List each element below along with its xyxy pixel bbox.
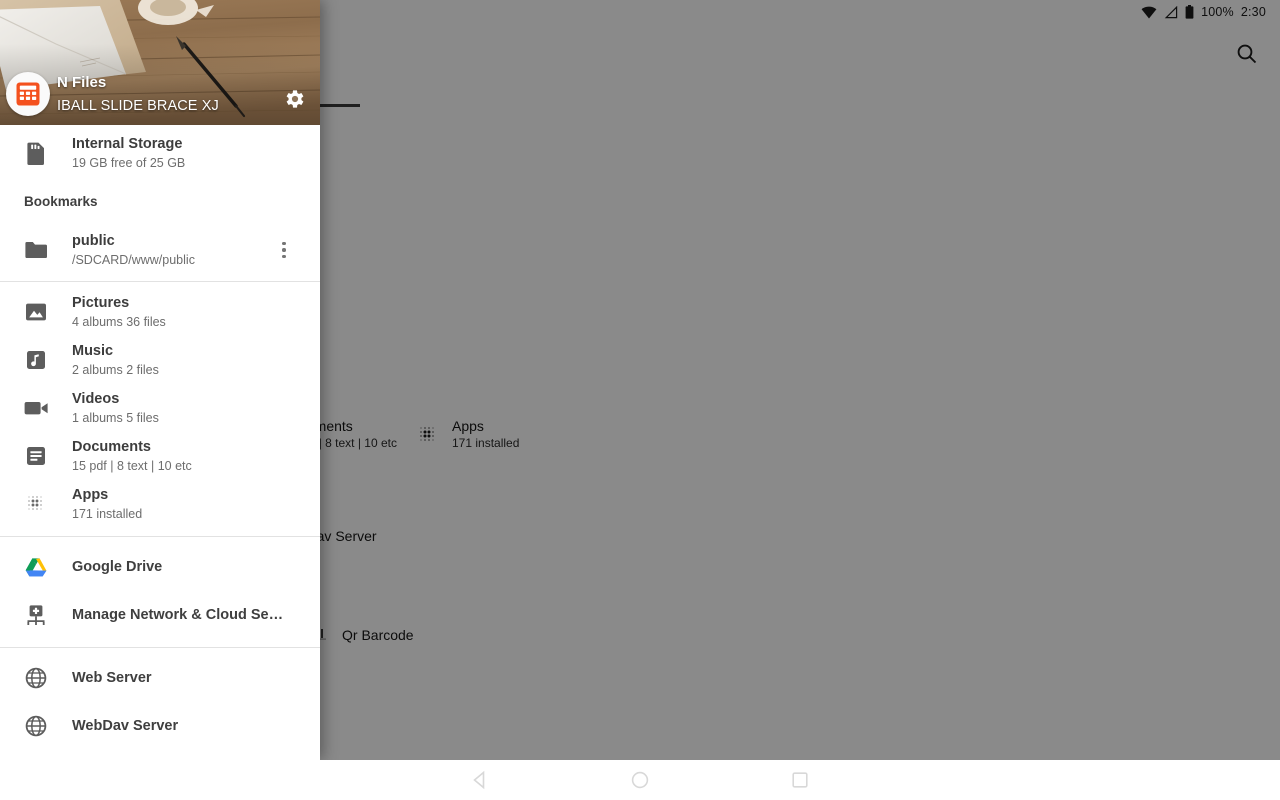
dot — [282, 254, 286, 259]
drawer-body: Internal Storage 19 GB free of 25 GB Boo… — [0, 125, 320, 750]
drawer-item-bookmark-public[interactable]: public /SDCARD/www/public — [0, 221, 320, 279]
drawer-item-web-server[interactable]: Web Server — [0, 654, 320, 702]
drawer-item-videos[interactable]: Videos 1 albums 5 files — [0, 384, 320, 432]
drawer-item-documents[interactable]: Documents 15 pdf | 8 text | 10 etc — [0, 432, 320, 480]
home-icon[interactable] — [560, 760, 720, 800]
image-icon — [0, 300, 72, 324]
drawer-item-subtitle: 4 albums 36 files — [72, 314, 166, 329]
drawer-item-title: Web Server — [72, 669, 152, 686]
video-icon — [0, 398, 72, 418]
bookmarks-section-label: Bookmarks — [24, 193, 98, 209]
drawer-item-title: Google Drive — [72, 558, 163, 575]
drawer-item-subtitle: 15 pdf | 8 text | 10 etc — [72, 458, 192, 473]
back-icon[interactable] — [400, 760, 560, 800]
more-vertical-icon[interactable] — [272, 234, 296, 266]
drawer-item-title: Manage Network & Cloud Se… — [72, 606, 284, 623]
apps-grid-icon — [0, 493, 72, 515]
drawer-item-title: Videos — [72, 390, 120, 407]
drawer-item-apps[interactable]: Apps 171 installed — [0, 480, 320, 528]
drawer-item-subtitle: 1 albums 5 files — [72, 410, 159, 425]
divider — [0, 281, 320, 282]
globe-icon — [0, 714, 72, 738]
system-navigation-bar — [0, 760, 1280, 800]
n-files-app-icon — [16, 82, 40, 106]
folder-icon — [0, 239, 72, 261]
drawer-item-title: Documents — [72, 438, 151, 455]
drawer-item-title: Internal Storage — [72, 135, 183, 152]
drawer-header[interactable]: N Files IBALL SLIDE BRACE XJ — [0, 0, 320, 125]
google-drive-icon — [0, 556, 72, 578]
document-icon — [0, 445, 72, 467]
screen: 100% 2:30 MB B 9.3 MB — [0, 0, 1280, 800]
drawer-item-title: Apps — [72, 486, 109, 503]
drawer-item-subtitle: 2 albums 2 files — [72, 362, 159, 377]
manage-network-icon — [0, 603, 72, 627]
drawer-item-title: Music — [72, 342, 114, 359]
avatar — [6, 72, 50, 116]
drawer-item-manage-network[interactable]: Manage Network & Cloud Se… — [0, 591, 320, 639]
drawer-app-name: N Files — [57, 74, 107, 91]
drawer-item-subtitle: 19 GB free of 25 GB — [72, 155, 186, 170]
dot — [282, 248, 286, 252]
sdcard-icon — [0, 140, 72, 166]
music-note-icon — [0, 349, 72, 371]
drawer-item-subtitle: /SDCARD/www/public — [72, 252, 195, 267]
drawer-item-pictures[interactable]: Pictures 4 albums 36 files — [0, 288, 320, 336]
drawer-item-internal-storage[interactable]: Internal Storage 19 GB free of 25 GB — [0, 125, 320, 181]
drawer-item-title: WebDav Server — [72, 717, 179, 734]
navigation-drawer: N Files IBALL SLIDE BRACE XJ Internal St… — [0, 0, 320, 760]
globe-icon — [0, 666, 72, 690]
drawer-device-name: IBALL SLIDE BRACE XJ — [57, 98, 219, 114]
drawer-item-title: public — [72, 232, 115, 249]
drawer-item-title: Pictures — [72, 294, 130, 311]
divider — [0, 647, 320, 648]
drawer-item-subtitle: 171 installed — [72, 506, 143, 521]
drawer-item-music[interactable]: Music 2 albums 2 files — [0, 336, 320, 384]
drawer-item-webdav-server[interactable]: WebDav Server — [0, 702, 320, 750]
dot — [282, 241, 286, 246]
drawer-item-google-drive[interactable]: Google Drive — [0, 543, 320, 591]
gear-icon[interactable] — [281, 86, 307, 112]
recents-icon[interactable] — [720, 760, 880, 800]
divider — [0, 536, 320, 537]
